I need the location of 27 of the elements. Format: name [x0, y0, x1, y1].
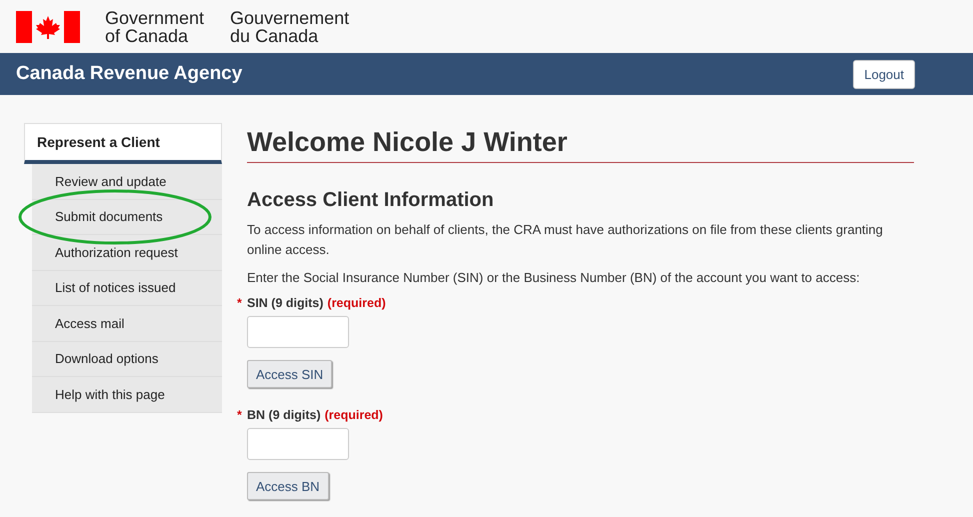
section-title: Access Client Information [247, 189, 495, 212]
input-field[interactable] [247, 316, 349, 348]
sidebar-link[interactable]: Review and update [55, 174, 166, 189]
required-note: (required) [327, 296, 386, 310]
sidebar-link[interactable]: Access mail [55, 316, 124, 331]
logout-button[interactable]: Logout [853, 60, 915, 88]
sidebar-link[interactable]: Submit documents [55, 209, 163, 224]
required-note: (required) [324, 408, 383, 422]
canada-flag-icon [16, 10, 80, 42]
sidebar-link[interactable]: Authorization request [55, 244, 178, 260]
page-title: Welcome Nicole J Winter [247, 123, 914, 163]
sidebar-link[interactable]: Download options [55, 351, 158, 366]
sidebar-link[interactable]: Help with this page [55, 386, 165, 402]
input-field[interactable] [247, 428, 349, 460]
field-label: BN (9 digits) [247, 408, 321, 422]
government-name: Government of Canada [105, 8, 204, 44]
required-asterisk: * [237, 296, 242, 310]
access-button[interactable]: Access BN [247, 472, 329, 500]
paragraph: Enter the Social Insurance Number (SIN) or the Business Number (BN) of the account you want to access: [247, 269, 861, 287]
paragraph: To access information on behalf of clients, the CRA must have authorizations on file from these clients granting online access. [247, 221, 884, 259]
field-label: SIN (9 digits) [247, 296, 324, 310]
required-asterisk: * [237, 408, 242, 422]
sidebar-link[interactable]: List of notices issued [55, 280, 176, 296]
agency-title: Canada Revenue Agency [16, 63, 242, 85]
access-button[interactable]: Access SIN [247, 360, 332, 388]
government-name: Gouvernement du Canada [230, 8, 350, 44]
sidebar-heading: Represent a Client [24, 123, 222, 164]
